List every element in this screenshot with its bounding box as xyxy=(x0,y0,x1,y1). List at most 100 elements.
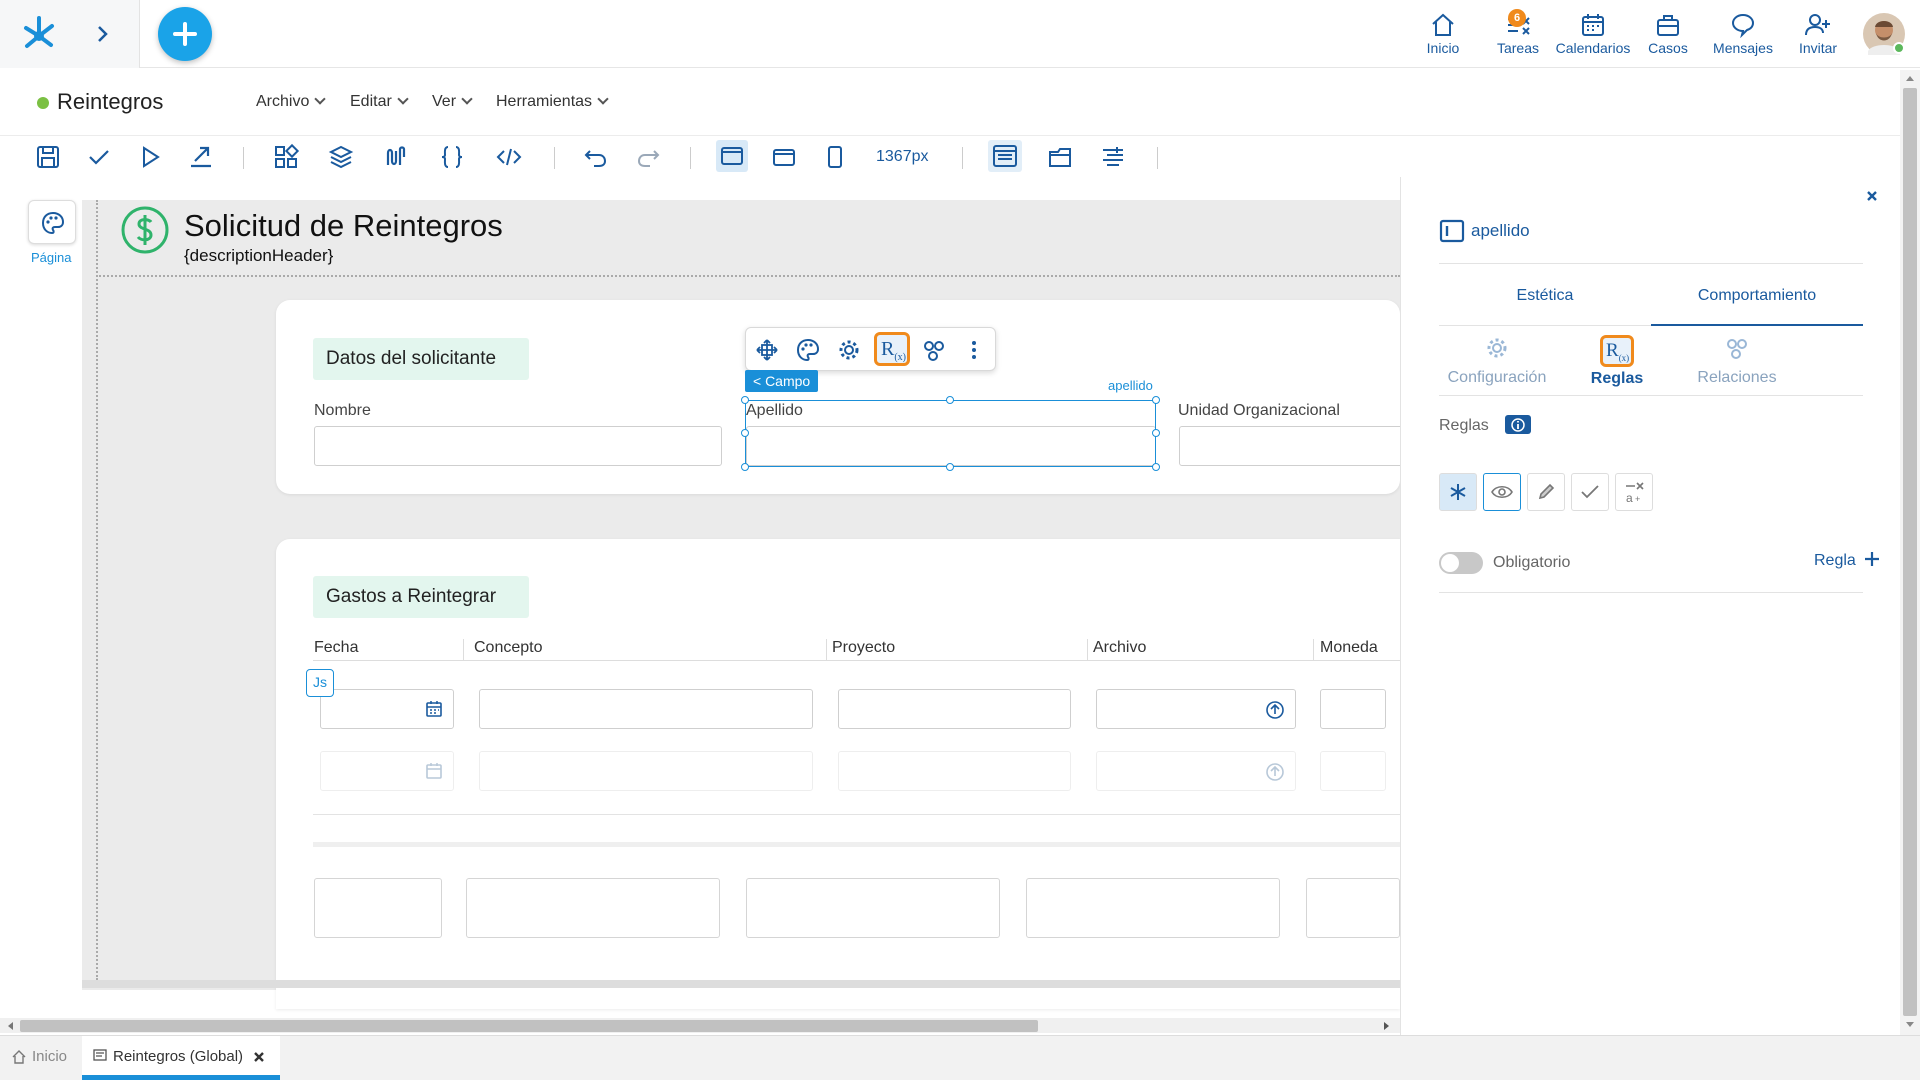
calendar-icon[interactable] xyxy=(425,700,443,718)
selected-field-outline[interactable] xyxy=(745,400,1156,467)
gear-icon[interactable] xyxy=(836,337,862,363)
resize-handle[interactable] xyxy=(1152,463,1160,471)
nav-casos[interactable]: Casos xyxy=(1628,8,1708,60)
relations-icon[interactable] xyxy=(921,337,947,363)
check-icon[interactable] xyxy=(85,143,113,171)
close-tab-icon[interactable] xyxy=(253,1051,265,1063)
resize-handle[interactable] xyxy=(946,396,954,404)
create-new-button[interactable] xyxy=(158,7,212,61)
menu-herramientas[interactable]: Herramientas xyxy=(496,93,609,111)
moneda-input[interactable] xyxy=(1320,689,1386,729)
rule-validation-button[interactable] xyxy=(1571,473,1609,511)
proyecto-input[interactable] xyxy=(838,689,1071,729)
plus-icon xyxy=(173,22,197,46)
summary-box[interactable] xyxy=(314,878,442,938)
menu-label: Archivo xyxy=(256,93,310,110)
nav-invitar[interactable]: Invitar xyxy=(1778,8,1858,60)
column-header-proyecto[interactable]: Proyecto xyxy=(832,639,895,657)
fecha-input[interactable] xyxy=(320,689,454,729)
upload-icon[interactable] xyxy=(1265,700,1285,720)
scroll-up-icon[interactable] xyxy=(1905,74,1915,82)
summary-box[interactable] xyxy=(466,878,720,938)
expand-chevron-icon[interactable] xyxy=(96,24,110,44)
resize-handle[interactable] xyxy=(946,463,954,471)
rule-required-button[interactable] xyxy=(1439,473,1477,511)
subtab-label: Relaciones xyxy=(1697,369,1777,386)
subtab-configuracion[interactable]: Configuración xyxy=(1439,335,1555,395)
nombre-input[interactable] xyxy=(314,426,722,466)
rule-format-button[interactable]: a + xyxy=(1615,473,1653,511)
column-header-concepto[interactable]: Concepto xyxy=(474,639,543,657)
more-vertical-icon[interactable] xyxy=(961,337,987,363)
avatar[interactable] xyxy=(1862,11,1906,57)
archivo-upload-field[interactable] xyxy=(1096,689,1296,729)
save-icon[interactable] xyxy=(34,143,62,171)
app-logo-icon[interactable] xyxy=(18,12,60,54)
undo-icon[interactable] xyxy=(582,143,610,171)
move-icon[interactable] xyxy=(754,337,780,363)
concepto-input[interactable] xyxy=(479,689,813,729)
tab-estetica[interactable]: Estética xyxy=(1439,287,1651,305)
rules-info-button[interactable] xyxy=(1505,415,1531,434)
summary-box[interactable] xyxy=(746,878,1000,938)
javascript-badge[interactable]: Js xyxy=(306,669,334,697)
components-icon[interactable] xyxy=(272,143,300,171)
unidad-organizacional-input[interactable] xyxy=(1179,426,1409,466)
scroll-left-icon[interactable] xyxy=(6,1021,14,1031)
add-rule-button[interactable]: Regla xyxy=(1814,551,1880,573)
layers-icon[interactable] xyxy=(327,143,355,171)
folder-tab-icon[interactable] xyxy=(1046,143,1074,171)
resize-handle[interactable] xyxy=(1152,396,1160,404)
scroll-right-icon[interactable] xyxy=(1383,1021,1391,1031)
menu-ver[interactable]: Ver xyxy=(432,93,473,111)
palette-icon[interactable] xyxy=(795,337,821,363)
obligatorio-toggle[interactable] xyxy=(1439,552,1483,574)
nav-tareas[interactable]: 6 Tareas xyxy=(1478,8,1558,60)
resize-handle[interactable] xyxy=(741,396,749,404)
resize-handle[interactable] xyxy=(1152,429,1160,437)
horizontal-scrollbar[interactable] xyxy=(0,1018,1400,1033)
column-header-moneda[interactable]: Moneda xyxy=(1320,639,1378,657)
publish-icon[interactable] xyxy=(187,143,215,171)
align-settings-icon[interactable] xyxy=(1099,143,1127,171)
column-header-archivo[interactable]: Archivo xyxy=(1093,639,1146,657)
nav-calendarios[interactable]: Calendarios xyxy=(1553,8,1633,60)
code-icon[interactable] xyxy=(495,143,523,171)
page-settings-button[interactable] xyxy=(28,200,76,244)
rule-visible-button[interactable] xyxy=(1483,473,1521,511)
bottom-tab-bar: Inicio Reintegros (Global) xyxy=(0,1035,1920,1080)
scrollbar-thumb[interactable] xyxy=(20,1020,1038,1032)
mobile-icon[interactable] xyxy=(821,143,849,171)
tab-reintegros-global[interactable]: Reintegros (Global) xyxy=(82,1036,280,1080)
subtab-relaciones[interactable]: Relaciones xyxy=(1679,335,1795,395)
scroll-down-icon[interactable] xyxy=(1905,1021,1915,1029)
summary-box[interactable] xyxy=(1026,878,1280,938)
vertical-scrollbar[interactable] xyxy=(1900,70,1920,1035)
selection-type-badge[interactable]: < Campo xyxy=(745,370,819,392)
rules-button[interactable]: R(x) xyxy=(874,332,910,366)
header-layout-toggle[interactable] xyxy=(988,140,1022,172)
resize-handle[interactable] xyxy=(741,429,749,437)
resize-handle[interactable] xyxy=(741,463,749,471)
tab-inicio[interactable]: Inicio xyxy=(0,1036,80,1080)
redo-icon[interactable] xyxy=(634,143,662,171)
summary-box[interactable] xyxy=(1306,878,1400,938)
menu-editar[interactable]: Editar xyxy=(350,93,409,111)
scrollbar-thumb[interactable] xyxy=(1903,88,1917,1016)
desktop-view-toggle[interactable] xyxy=(716,140,748,172)
column-header-fecha[interactable]: Fecha xyxy=(314,639,358,657)
close-icon[interactable] xyxy=(1866,190,1878,202)
nav-mensajes[interactable]: Mensajes xyxy=(1703,8,1783,60)
menu-archivo[interactable]: Archivo xyxy=(256,93,327,111)
section-gastos-reintegrar[interactable]: Gastos a Reintegrar Fecha Concepto Proye… xyxy=(276,539,1400,1009)
nav-inicio[interactable]: Inicio xyxy=(1403,8,1483,60)
top-navigation-bar: Inicio 6 Tareas Calendarios Casos Mensaj… xyxy=(0,0,1920,68)
tab-comportamiento[interactable]: Comportamiento xyxy=(1651,287,1863,305)
braces-icon[interactable] xyxy=(438,143,466,171)
moneda-placeholder-row xyxy=(1320,751,1386,791)
subtab-reglas[interactable]: R(x) Reglas xyxy=(1559,335,1675,395)
play-icon[interactable] xyxy=(136,143,164,171)
rule-editable-button[interactable] xyxy=(1527,473,1565,511)
tablet-icon[interactable] xyxy=(770,143,798,171)
data-model-icon[interactable] xyxy=(382,143,410,171)
